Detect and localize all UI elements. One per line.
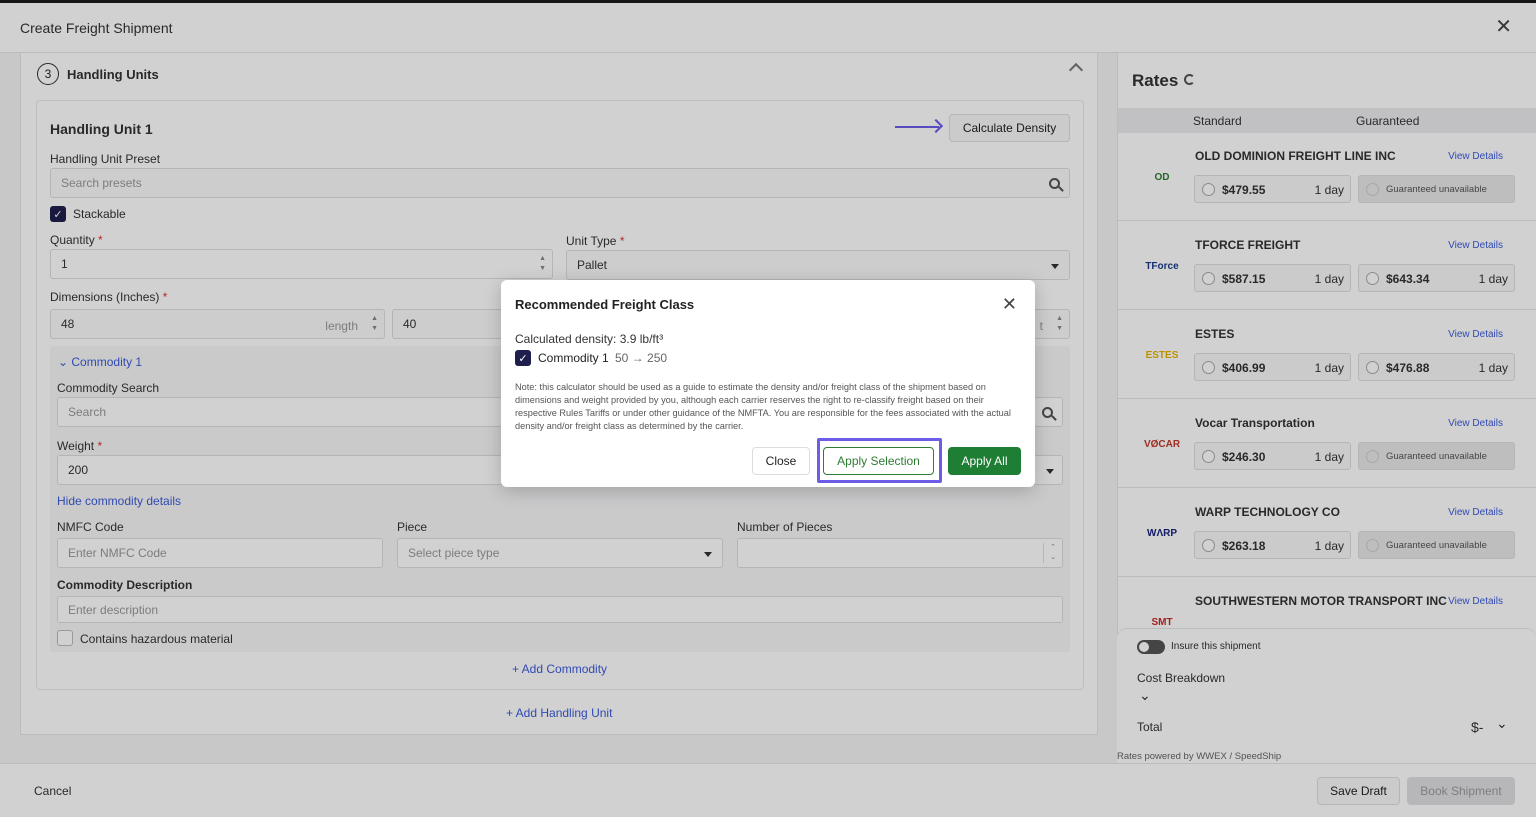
modal-title: Recommended Freight Class	[515, 297, 695, 312]
close-icon[interactable]: ✕	[1002, 294, 1017, 315]
apply-all-button[interactable]: Apply All	[948, 447, 1021, 475]
commodity-label: Commodity 1	[538, 351, 609, 365]
calculated-density: Calculated density: 3.9 lb/ft³	[515, 332, 664, 346]
freight-class-modal: Recommended Freight Class ✕ Calculated d…	[501, 280, 1035, 487]
commodity-checkbox[interactable]: ✓	[515, 350, 531, 366]
apply-selection-highlight	[817, 438, 942, 483]
class-change: 50 → 250	[615, 351, 668, 365]
disclaimer-note: Note: this calculator should be used as …	[515, 382, 1011, 431]
close-button[interactable]: Close	[752, 447, 810, 475]
